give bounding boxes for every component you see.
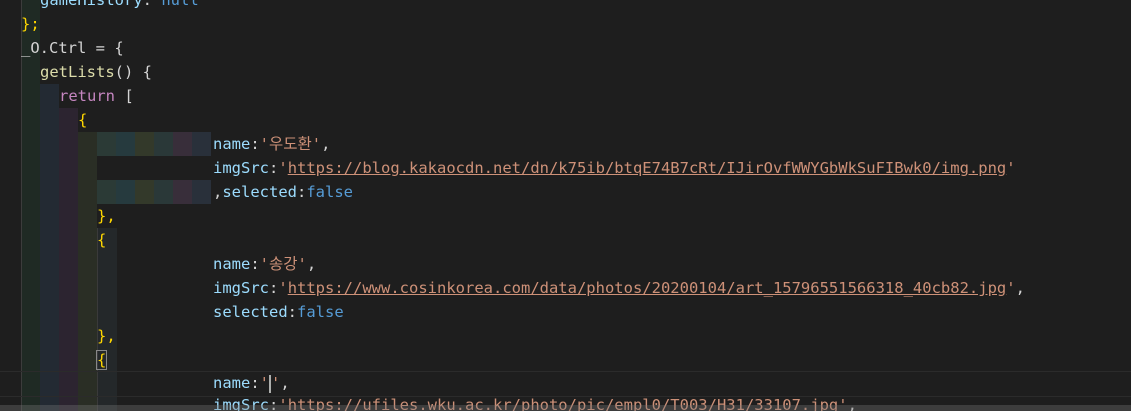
code-line[interactable]: }, [97, 204, 116, 228]
whitespace-highlight [116, 132, 135, 156]
token: ' [271, 374, 281, 392]
code-line-active[interactable]: name:' ', [213, 371, 290, 395]
token: .Ctrl = { [39, 39, 124, 57]
token: imgSrc [213, 159, 269, 177]
code-line[interactable]: name:'우도환', [213, 132, 330, 156]
token: selected [213, 303, 288, 321]
token: { [97, 231, 107, 249]
token: , [1015, 279, 1025, 297]
token: , [321, 135, 331, 153]
code-line[interactable]: }, [97, 324, 116, 348]
code-line[interactable]: getLists() { [40, 60, 152, 84]
whitespace-highlight [192, 132, 211, 156]
whitespace-highlight [154, 180, 173, 204]
token: imgSrc [213, 279, 269, 297]
matched-bracket: { [95, 350, 108, 370]
code-line[interactable]: }; [21, 12, 40, 36]
token: '우도환' [259, 135, 322, 153]
token: '송강' [259, 255, 307, 273]
token: : [269, 159, 279, 177]
whitespace-highlight [192, 180, 211, 204]
token: : [250, 374, 260, 392]
whitespace-highlight [135, 180, 154, 204]
token: , [306, 255, 317, 273]
indent-guide [21, 0, 40, 411]
token: name [213, 374, 251, 392]
token: ' [278, 279, 288, 297]
token: [ [115, 87, 134, 105]
url-link[interactable]: https://www.cosinkorea.com/data/photos/2… [288, 279, 1007, 297]
whitespace-highlight [97, 132, 116, 156]
indent-guide [40, 84, 59, 411]
token: : [297, 183, 307, 201]
token: { [78, 111, 88, 129]
token: : [142, 0, 162, 9]
code-line[interactable]: _O.Ctrl = { [21, 36, 124, 60]
whitespace-highlight [97, 180, 116, 204]
indent-guide-line [21, 0, 22, 411]
token: : [250, 135, 260, 153]
token: return [59, 87, 115, 105]
whitespace-highlight [173, 180, 192, 204]
indent-guide [59, 108, 78, 411]
code-line[interactable]: name:'송강', [213, 252, 316, 276]
token: }; [21, 15, 40, 33]
token: name [213, 255, 251, 273]
token: ' [278, 159, 288, 177]
indent-guide [78, 132, 97, 411]
horizontal-scrollbar[interactable] [0, 405, 1131, 411]
token: : [269, 279, 279, 297]
token: ' [1006, 159, 1016, 177]
token: selected [222, 183, 297, 201]
token: ' [1006, 279, 1016, 297]
token: ' [259, 374, 270, 392]
whitespace-highlight [154, 132, 173, 156]
whitespace-highlight [173, 132, 192, 156]
code-line[interactable]: { [78, 108, 87, 132]
token: }, [97, 207, 116, 225]
code-line[interactable]: { [97, 228, 106, 252]
token: gameHistory [40, 0, 143, 9]
token: : [250, 255, 260, 273]
url-link[interactable]: https://blog.kakaocdn.net/dn/k75ib/btqE7… [288, 159, 1007, 177]
code-line[interactable]: return [ [59, 84, 134, 108]
whitespace-highlight [135, 132, 154, 156]
token: , [213, 183, 223, 201]
token: null [161, 0, 199, 9]
code-line[interactable]: ,selected:false [213, 180, 353, 204]
code-line[interactable]: gameHistory: null [40, 0, 199, 12]
token: , [280, 374, 290, 392]
token: name [213, 135, 251, 153]
token: getLists [40, 63, 115, 81]
code-line[interactable]: { [95, 348, 108, 372]
token: false [297, 303, 344, 321]
token: false [306, 183, 354, 201]
code-line[interactable]: imgSrc:'https://blog.kakaocdn.net/dn/k75… [213, 156, 1016, 180]
code-editor[interactable]: gameHistory: null }; _O.Ctrl = { getList… [0, 0, 1131, 411]
whitespace-highlight [116, 180, 135, 204]
token: : [287, 303, 297, 321]
token: }, [97, 327, 116, 345]
code-line[interactable]: selected:false [213, 300, 344, 324]
token: _O [21, 39, 40, 57]
code-line[interactable]: imgSrc:'https://www.cosinkorea.com/data/… [213, 276, 1025, 300]
token: () { [114, 63, 152, 81]
